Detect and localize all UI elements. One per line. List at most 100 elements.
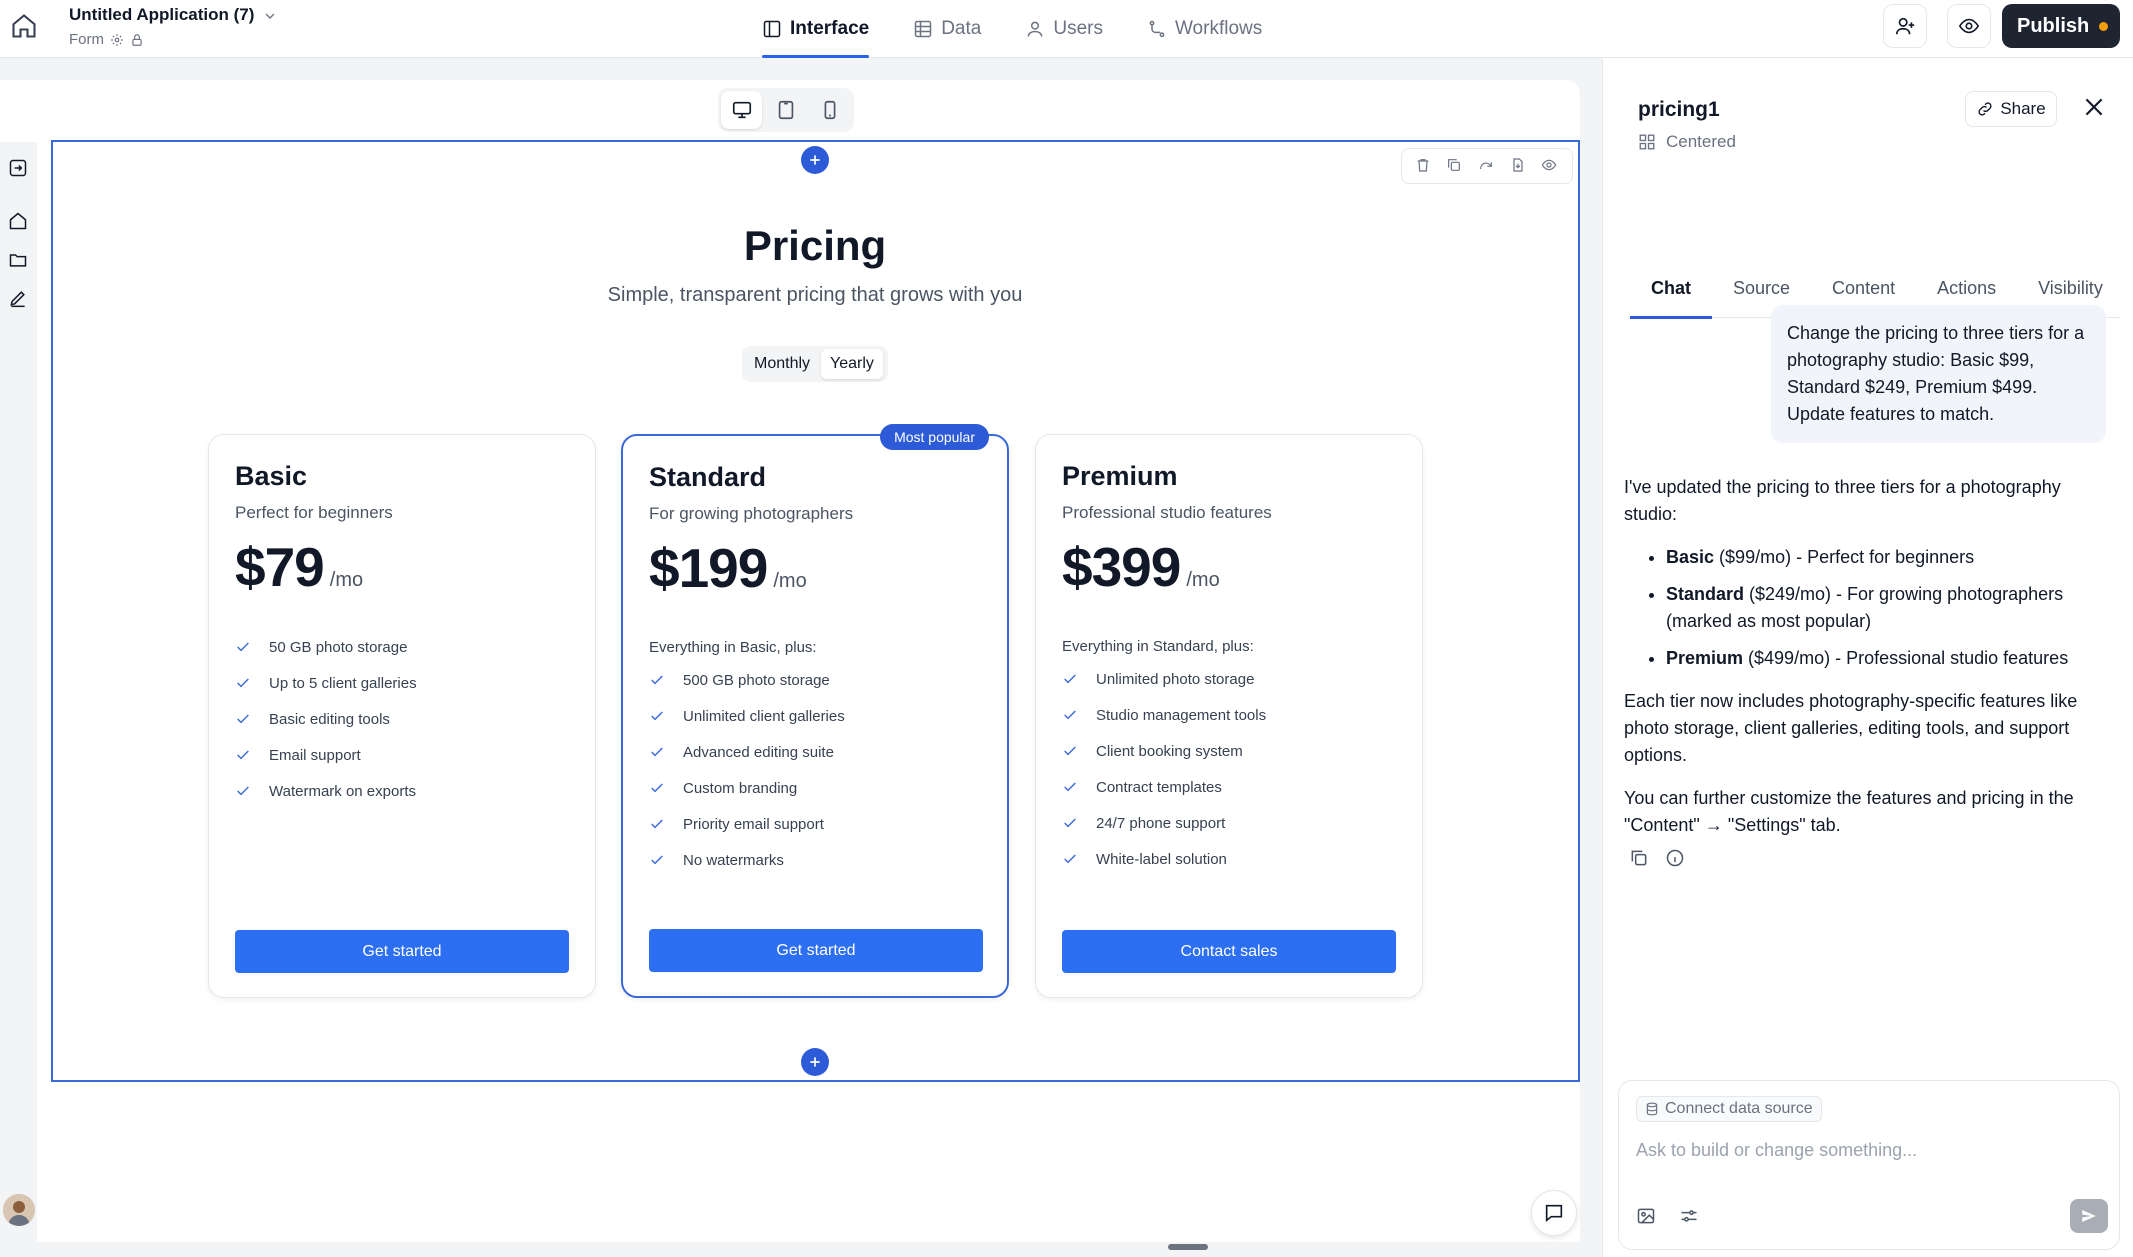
get-started-button[interactable]: Get started bbox=[235, 930, 569, 973]
assistant-message: I've updated the pricing to three tiers … bbox=[1624, 474, 2104, 855]
pricing-title: Pricing bbox=[743, 222, 887, 269]
desktop-view-button[interactable] bbox=[721, 91, 763, 129]
trash-icon[interactable] bbox=[1415, 157, 1433, 175]
check-icon bbox=[649, 852, 683, 868]
monitor-icon bbox=[731, 99, 753, 121]
tier-detail: ($99/mo) - Perfect for beginners bbox=[1714, 547, 1975, 567]
feature-text: Custom branding bbox=[683, 779, 798, 797]
component-name: pricing1 bbox=[1638, 98, 1720, 121]
check-icon bbox=[649, 780, 683, 796]
tablet-icon bbox=[775, 99, 797, 121]
chevron-down-icon[interactable] bbox=[262, 8, 278, 24]
feature-list: Unlimited photo storage Studio managemen… bbox=[1062, 661, 1266, 877]
info-icon[interactable] bbox=[1665, 848, 1685, 868]
billing-monthly-option[interactable]: Monthly bbox=[745, 349, 819, 379]
tab-users[interactable]: Users bbox=[1025, 0, 1103, 58]
list-item: Studio management tools bbox=[1062, 697, 1266, 733]
scrollbar[interactable] bbox=[1168, 1244, 1208, 1250]
preview-button[interactable] bbox=[1947, 4, 1991, 48]
tab-workflows[interactable]: Workflows bbox=[1147, 0, 1262, 58]
avatar[interactable] bbox=[3, 1194, 35, 1226]
feature-text: Email support bbox=[269, 746, 361, 764]
pricing-subtitle: Simple, transparent pricing that grows w… bbox=[607, 284, 1023, 306]
settings-icon[interactable] bbox=[110, 33, 124, 47]
send-button[interactable] bbox=[2070, 1199, 2108, 1233]
app-subtitle: Form bbox=[69, 31, 144, 48]
publish-label: Publish bbox=[2017, 14, 2090, 37]
check-icon bbox=[649, 672, 683, 688]
feature-text: Unlimited client galleries bbox=[683, 707, 845, 725]
close-icon[interactable] bbox=[2081, 94, 2109, 122]
redo-icon[interactable] bbox=[1478, 157, 1496, 175]
top-bar: Untitled Application (7) Form Interface … bbox=[0, 0, 2133, 58]
billing-yearly-option[interactable]: Yearly bbox=[821, 349, 883, 379]
check-icon bbox=[1062, 671, 1096, 687]
feature-text: Basic editing tools bbox=[269, 710, 390, 728]
feature-text: Client booking system bbox=[1096, 742, 1243, 760]
list-item: No watermarks bbox=[649, 842, 845, 878]
publish-button[interactable]: Publish bbox=[2002, 4, 2120, 48]
tier-name: Standard bbox=[1666, 584, 1745, 604]
check-icon bbox=[235, 639, 269, 655]
plan-name: Basic bbox=[235, 461, 308, 491]
invite-user-button[interactable] bbox=[1883, 4, 1927, 48]
assistant-bullets: Basic ($99/mo) - Perfect for beginners S… bbox=[1666, 544, 2104, 672]
duplicate-icon[interactable] bbox=[1446, 157, 1464, 175]
list-item: Priority email support bbox=[649, 806, 845, 842]
check-icon bbox=[235, 783, 269, 799]
tab-interface[interactable]: Interface bbox=[762, 0, 870, 58]
contact-sales-button[interactable]: Contact sales bbox=[1062, 930, 1396, 973]
tablet-view-button[interactable] bbox=[765, 91, 806, 129]
export-icon[interactable] bbox=[1510, 157, 1528, 175]
main-nav: Interface Data Users Workflows bbox=[762, 0, 1262, 58]
check-icon bbox=[1062, 815, 1096, 831]
connect-data-source-button[interactable]: Connect data source bbox=[1636, 1096, 1822, 1122]
plan-price: $199 /mo bbox=[649, 536, 807, 600]
user-icon bbox=[1025, 19, 1045, 39]
chat-input[interactable] bbox=[1636, 1135, 2076, 1165]
feature-intro: Everything in Standard, plus: bbox=[1062, 638, 1254, 655]
get-started-button[interactable]: Get started bbox=[649, 929, 983, 972]
list-item: Client booking system bbox=[1062, 733, 1266, 769]
component-tools bbox=[1401, 148, 1573, 184]
app-title[interactable]: Untitled Application (7) bbox=[69, 5, 254, 25]
list-item: Contract templates bbox=[1062, 769, 1266, 805]
list-item: Up to 5 client galleries bbox=[235, 665, 417, 701]
feature-text: Watermark on exports bbox=[269, 782, 416, 800]
feature-text: Studio management tools bbox=[1096, 706, 1267, 724]
feature-text: 50 GB photo storage bbox=[269, 638, 408, 656]
mobile-view-button[interactable] bbox=[810, 91, 851, 129]
copy-icon[interactable] bbox=[1629, 848, 1649, 868]
tier-detail: ($499/mo) - Professional studio features bbox=[1743, 648, 2069, 668]
feature-intro: Everything in Basic, plus: bbox=[649, 639, 817, 656]
tab-chat[interactable]: Chat bbox=[1630, 258, 1712, 319]
plan-name: Standard bbox=[649, 462, 767, 492]
list-item: Unlimited client galleries bbox=[649, 698, 845, 734]
check-icon bbox=[649, 744, 683, 760]
assistant-paragraph: Each tier now includes photography-speci… bbox=[1624, 691, 2078, 765]
share-button[interactable]: Share bbox=[1965, 91, 2057, 127]
assistant-paragraph: You can further customize the features a… bbox=[1624, 788, 2074, 835]
check-icon bbox=[235, 711, 269, 727]
list-item: Email support bbox=[235, 737, 417, 773]
tier-name: Premium bbox=[1666, 648, 1744, 668]
layout-icon bbox=[762, 19, 782, 39]
home-icon[interactable] bbox=[10, 12, 38, 40]
sliders-icon[interactable] bbox=[1679, 1206, 1701, 1228]
add-section-above-button[interactable] bbox=[801, 146, 829, 174]
lock-icon[interactable] bbox=[130, 33, 144, 47]
feature-list: 50 GB photo storage Up to 5 client galle… bbox=[235, 629, 417, 809]
add-section-below-button[interactable] bbox=[801, 1048, 829, 1076]
left-rail bbox=[0, 142, 37, 1242]
visibility-icon[interactable] bbox=[1541, 157, 1559, 175]
user-message: Change the pricing to three tiers for a … bbox=[1771, 305, 2106, 443]
chat-toggle-button[interactable] bbox=[1531, 1190, 1577, 1236]
tab-workflows-label: Workflows bbox=[1174, 18, 1263, 39]
image-icon[interactable] bbox=[1636, 1206, 1658, 1228]
enter-icon[interactable] bbox=[8, 158, 30, 180]
tier-name: Basic bbox=[1666, 547, 1715, 567]
list-item: Watermark on exports bbox=[235, 773, 417, 809]
tab-data[interactable]: Data bbox=[913, 0, 981, 58]
feature-list: 500 GB photo storage Unlimited client ga… bbox=[649, 662, 845, 878]
device-switcher bbox=[718, 88, 854, 132]
